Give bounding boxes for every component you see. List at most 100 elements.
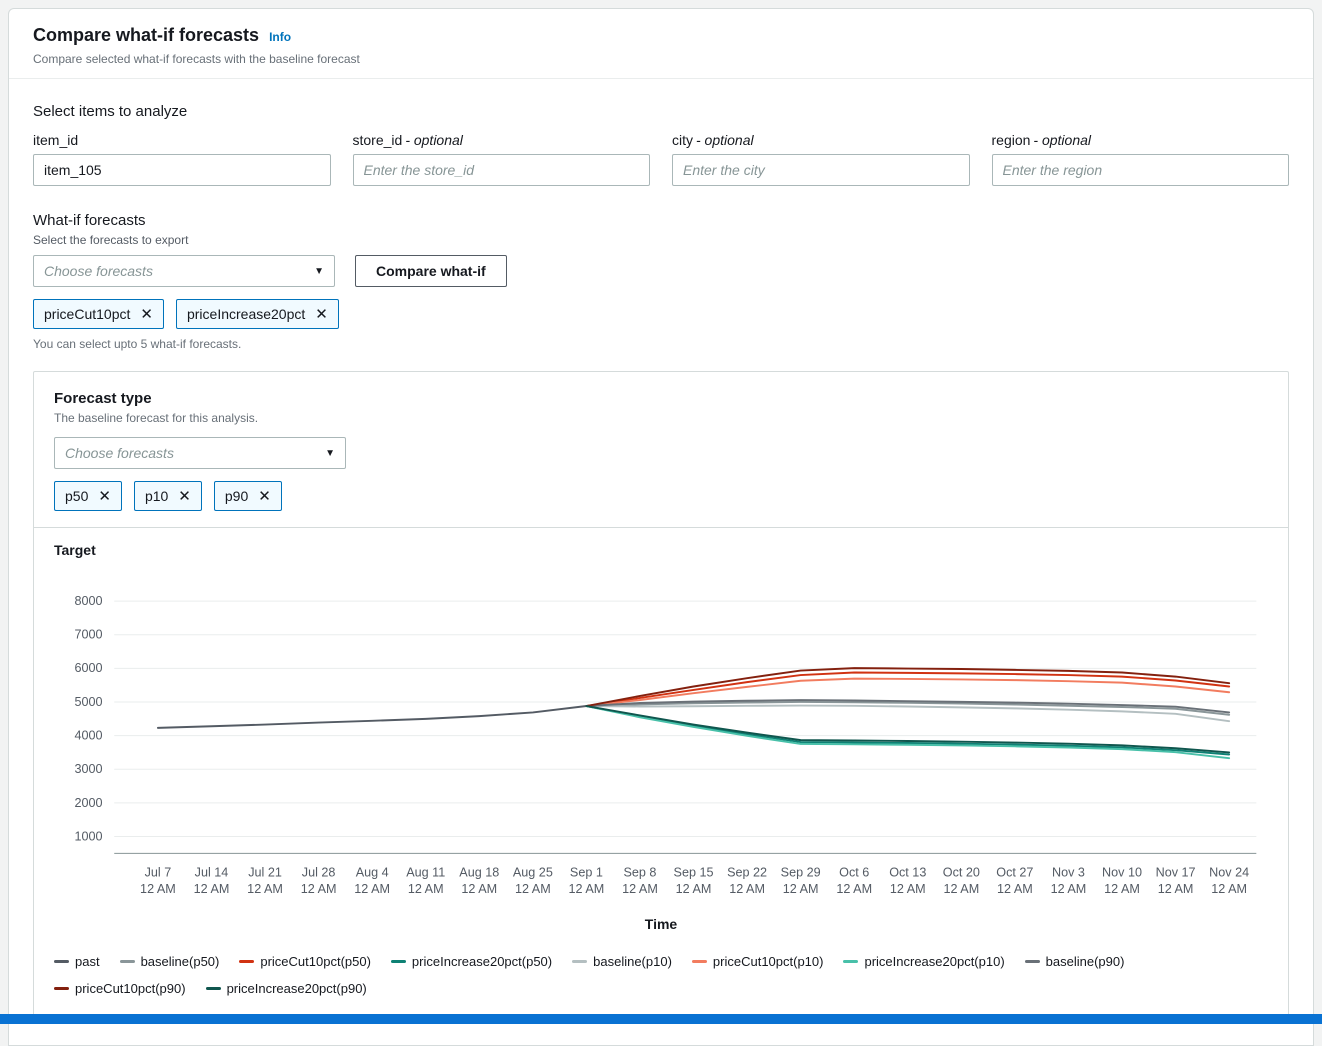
legend-label: past [75,954,100,969]
chevron-down-icon: ▼ [325,448,335,459]
store-id-label: store_id- optional [353,132,651,148]
store-id-input[interactable] [353,154,651,186]
svg-text:12 AM: 12 AM [783,882,819,896]
legend-swatch [391,960,406,963]
token-label: p50 [65,488,88,504]
token-priceIncrease20pct: priceIncrease20pct ✕ [176,299,339,329]
svg-text:Jul 7: Jul 7 [145,866,172,880]
token-dismiss-icon[interactable]: ✕ [315,307,328,322]
svg-text:Nov 3: Nov 3 [1052,866,1085,880]
svg-text:Nov 24: Nov 24 [1209,866,1249,880]
svg-text:Oct 20: Oct 20 [943,866,980,880]
whatif-helper-text: You can select upto 5 what-if forecasts. [33,337,1289,351]
svg-text:5000: 5000 [75,695,103,709]
legend-swatch [1025,960,1040,963]
forecast-type-token-list: p50 ✕ p10 ✕ p90 ✕ [54,481,1268,511]
legend-item-priceCut10pct(p50)[interactable]: priceCut10pct(p50) [239,954,371,969]
svg-text:12 AM: 12 AM [836,882,872,896]
page-title: Compare what-if forecasts [33,25,259,46]
city-label: city- optional [672,132,970,148]
token-label: priceCut10pct [44,306,130,322]
forecast-chart: 10002000300040005000600070008000Jul 712 … [54,562,1268,996]
whatif-sub-label: Select the forecasts to export [33,233,1289,247]
chart-legend: past baseline(p50) priceCut10pct(p50) price… [54,954,1268,996]
svg-text:12 AM: 12 AM [890,882,926,896]
legend-item-priceIncrease20pct(p50)[interactable]: priceIncrease20pct(p50) [391,954,552,969]
svg-text:Jul 14: Jul 14 [195,866,229,880]
token-dismiss-icon[interactable]: ✕ [178,489,191,504]
item-id-input[interactable] [33,154,331,186]
svg-text:8000: 8000 [75,594,103,608]
field-item-id: item_id [33,132,331,186]
field-city: city- optional [672,132,970,186]
store-id-optional: - optional [405,132,463,148]
store-id-label-text: store_id [353,132,403,148]
legend-swatch [692,960,707,963]
city-optional: - optional [696,132,754,148]
item-id-label: item_id [33,132,331,148]
legend-item-priceCut10pct(p10)[interactable]: priceCut10pct(p10) [692,954,824,969]
token-label: priceIncrease20pct [187,306,305,322]
forecast-type-dropdown-placeholder: Choose forecasts [65,445,174,461]
field-region: region- optional [992,132,1290,186]
svg-text:1000: 1000 [75,829,103,843]
whatif-forecasts-dropdown[interactable]: Choose forecasts ▼ [33,255,335,287]
legend-item-baseline(p10)[interactable]: baseline(p10) [572,954,672,969]
token-dismiss-icon[interactable]: ✕ [258,489,271,504]
svg-text:12 AM: 12 AM [461,882,497,896]
line-chart: 10002000300040005000600070008000Jul 712 … [54,562,1268,914]
whatif-controls: Choose forecasts ▼ Compare what-if [33,255,1289,287]
chart-y-axis-title: Target [54,542,1268,558]
token-priceCut10pct: priceCut10pct ✕ [33,299,164,329]
city-input[interactable] [672,154,970,186]
svg-text:4000: 4000 [75,729,103,743]
legend-swatch [54,960,69,963]
compare-whatif-button[interactable]: Compare what-if [355,255,507,287]
console-footer-bar [0,1014,1322,1024]
region-input[interactable] [992,154,1290,186]
svg-text:Oct 27: Oct 27 [996,866,1033,880]
legend-label: priceIncrease20pct(p10) [864,954,1004,969]
svg-text:6000: 6000 [75,661,103,675]
token-p90: p90 ✕ [214,481,282,511]
token-label: p10 [145,488,168,504]
svg-text:12 AM: 12 AM [140,882,176,896]
token-dismiss-icon[interactable]: ✕ [140,307,153,322]
svg-text:12 AM: 12 AM [729,882,765,896]
whatif-dropdown-placeholder: Choose forecasts [44,263,153,279]
main-content: Select items to analyze item_id store_id… [9,79,1313,1017]
svg-text:12 AM: 12 AM [408,882,444,896]
legend-item-baseline(p50)[interactable]: baseline(p50) [120,954,220,969]
svg-text:Aug 18: Aug 18 [459,866,499,880]
legend-item-priceIncrease20pct(p10)[interactable]: priceIncrease20pct(p10) [843,954,1004,969]
svg-text:Sep 1: Sep 1 [570,866,603,880]
legend-item-priceCut10pct(p90)[interactable]: priceCut10pct(p90) [54,981,186,996]
whatif-heading: What-if forecasts [33,212,1289,229]
svg-text:12 AM: 12 AM [1158,882,1194,896]
legend-label: baseline(p50) [141,954,220,969]
token-dismiss-icon[interactable]: ✕ [98,489,111,504]
legend-label: priceCut10pct(p10) [713,954,824,969]
item-id-label-text: item_id [33,132,78,148]
svg-text:Oct 13: Oct 13 [889,866,926,880]
legend-label: priceIncrease20pct(p90) [227,981,367,996]
svg-text:12 AM: 12 AM [676,882,712,896]
legend-item-priceIncrease20pct(p90)[interactable]: priceIncrease20pct(p90) [206,981,367,996]
svg-text:Aug 11: Aug 11 [406,866,445,880]
legend-item-past[interactable]: past [54,954,100,969]
svg-text:12 AM: 12 AM [943,882,979,896]
legend-item-baseline(p90)[interactable]: baseline(p90) [1025,954,1125,969]
forecast-type-dropdown[interactable]: Choose forecasts ▼ [54,437,346,469]
legend-swatch [572,960,587,963]
select-items-form: item_id store_id- optional city- optiona… [33,132,1289,186]
legend-swatch [120,960,135,963]
forecast-type-heading: Forecast type [54,390,1268,407]
legend-label: priceCut10pct(p90) [75,981,186,996]
svg-text:Sep 8: Sep 8 [623,866,656,880]
legend-swatch [54,987,69,990]
legend-label: baseline(p90) [1046,954,1125,969]
select-items-heading: Select items to analyze [33,103,1289,120]
chart-x-axis-title: Time [54,916,1268,932]
info-link[interactable]: Info [269,30,291,44]
svg-text:Sep 22: Sep 22 [727,866,767,880]
